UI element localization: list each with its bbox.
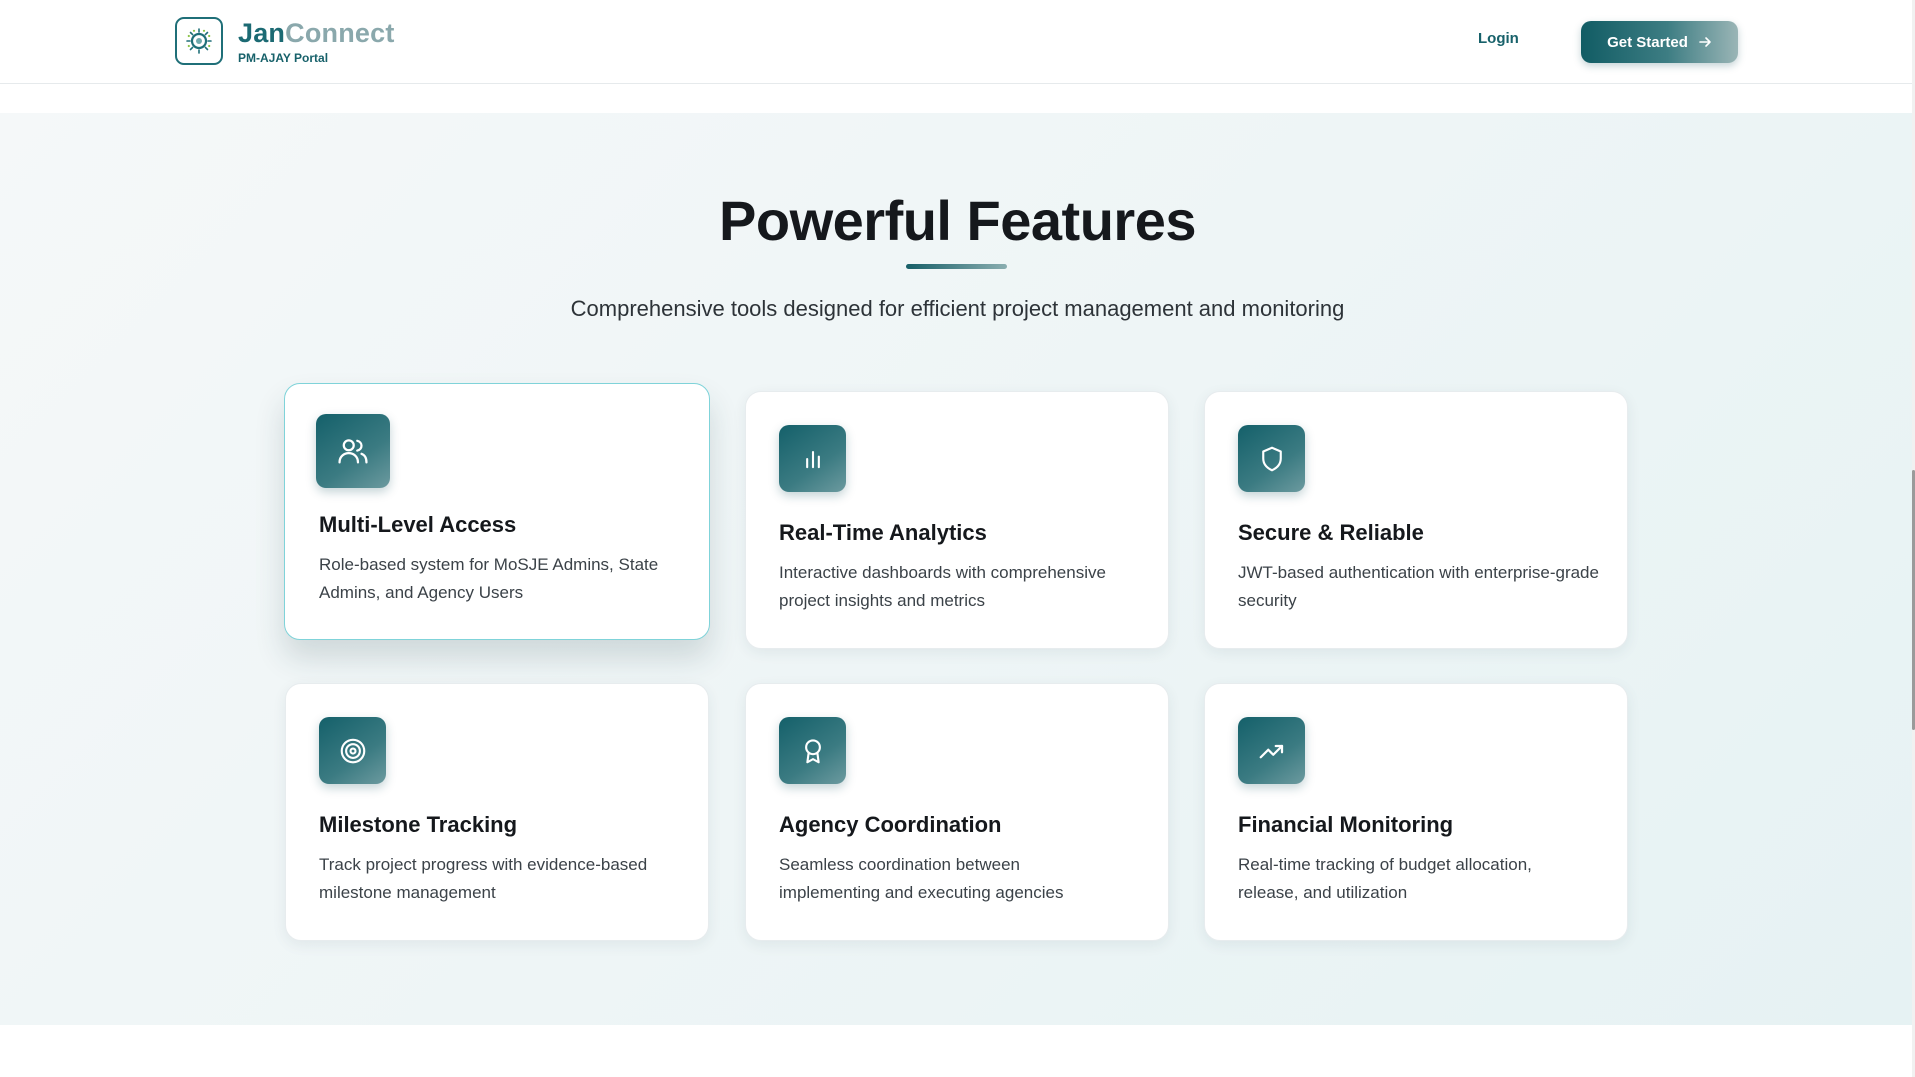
brand-name-part2: Connect [285,18,395,48]
feature-card-multi-level-access[interactable]: Multi-Level Access Role-based system for… [284,383,710,640]
feature-card-agency-coordination[interactable]: Agency Coordination Seamless coordinatio… [745,683,1169,941]
get-started-button[interactable]: Get Started [1581,21,1738,63]
feature-title: Agency Coordination [779,812,1002,837]
title-underline [906,264,1007,269]
section-subtitle: Comprehensive tools designed for efficie… [570,296,1345,321]
feature-title: Real-Time Analytics [779,520,987,545]
feature-title: Multi-Level Access [319,512,517,537]
feature-icon-tile [779,425,846,492]
logo-emblem-icon [186,28,212,54]
feature-description: Seamless coordination between implementi… [779,855,1064,902]
users-icon [338,439,368,464]
features-section: Powerful Features Comprehensive tools de… [0,113,1915,1025]
get-started-label: Get Started [1607,33,1688,51]
top-navbar: JanConnect PM-AJAY Portal Login Get Star… [0,0,1915,84]
feature-icon-tile [1238,425,1305,492]
feature-icon-tile [779,717,846,784]
app-logo[interactable] [175,17,223,65]
feature-icon-tile [319,717,386,784]
brand-subtitle: PM-AJAY Portal [238,51,329,65]
feature-description: Role-based system for MoSJE Admins, Stat… [319,555,659,602]
trending-up-icon [1259,744,1283,758]
feature-icon-tile [1238,717,1305,784]
feature-card-secure-reliable[interactable]: Secure & Reliable JWT-based authenticati… [1204,391,1628,649]
arrow-right-icon [1699,37,1711,47]
feature-title: Milestone Tracking [319,812,518,837]
login-link[interactable]: Login [1478,30,1519,47]
brand-name-part1: Jan [238,18,286,48]
feature-icon-tile [316,414,390,488]
feature-description: JWT-based authentication with enterprise… [1238,563,1599,610]
feature-title: Financial Monitoring [1238,812,1454,837]
next-section-edge [0,1025,1915,1077]
award-icon [804,738,821,763]
feature-card-real-time-analytics[interactable]: Real-Time Analytics Interactive dashboar… [745,391,1169,649]
section-title: Powerful Features [719,189,1196,252]
feature-description: Track project progress with evidence-bas… [319,855,648,902]
feature-card-financial-monitoring[interactable]: Financial Monitoring Real-time tracking … [1204,683,1628,941]
shield-icon [1261,446,1282,471]
feature-card-milestone-tracking[interactable]: Milestone Tracking Track project progres… [285,683,709,941]
feature-title: Secure & Reliable [1238,520,1424,545]
brand-name: JanConnect [238,18,395,49]
target-icon [340,738,365,763]
feature-description: Real-time tracking of budget allocation,… [1238,855,1532,902]
bar-chart-icon [805,450,820,468]
feature-description: Interactive dashboards with comprehensiv… [779,563,1106,610]
